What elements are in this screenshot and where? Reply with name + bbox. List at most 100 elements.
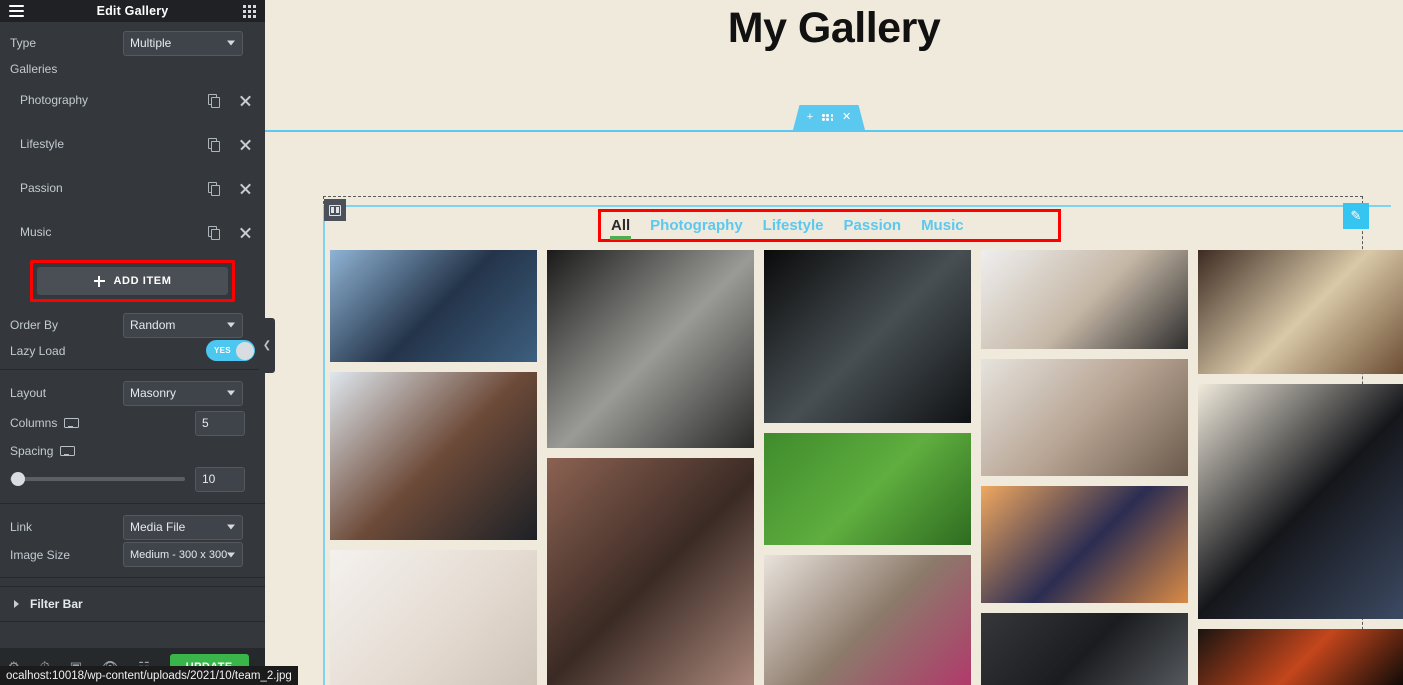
gallery-image[interactable]	[1198, 383, 1403, 619]
filter-bar-label: Filter Bar	[30, 597, 83, 611]
type-row: Type Multiple	[0, 28, 265, 58]
gallery-column	[981, 250, 1188, 685]
remove-icon[interactable]	[239, 94, 252, 107]
image-size-value: Medium - 300 x 300	[130, 548, 228, 561]
gallery-item-label: Passion	[20, 181, 63, 195]
panel-header: Edit Gallery	[0, 0, 265, 22]
columns-row: Columns 5	[0, 408, 265, 438]
lazy-load-toggle[interactable]: YES	[206, 340, 255, 361]
gallery-image[interactable]	[547, 457, 754, 685]
gallery-item-label: Photography	[20, 93, 89, 107]
gallery-item-lifestyle[interactable]: Lifestyle	[0, 122, 265, 166]
add-item-button[interactable]: ADD ITEM	[37, 267, 228, 295]
gallery-item-photography[interactable]: Photography	[0, 78, 265, 122]
desktop-device-icon[interactable]	[64, 417, 80, 429]
image-size-row: Image Size Medium - 300 x 300	[0, 542, 265, 578]
gallery-image[interactable]	[764, 555, 971, 685]
layout-select[interactable]: Masonry	[123, 380, 243, 406]
gallery-image[interactable]	[330, 250, 537, 363]
gallery-image[interactable]	[330, 372, 537, 541]
remove-icon[interactable]	[239, 226, 252, 239]
spacing-slider-row: 10	[0, 464, 265, 494]
link-row: Link Media File	[0, 512, 265, 542]
chevron-down-icon	[227, 390, 235, 396]
grid-apps-icon[interactable]	[243, 4, 256, 18]
order-by-select[interactable]: Random	[123, 312, 243, 338]
gallery-image[interactable]	[981, 613, 1188, 685]
gallery-image[interactable]	[764, 432, 971, 546]
filter-tab-photography[interactable]: Photography	[640, 217, 753, 234]
columns-value: 5	[202, 416, 209, 430]
filter-tab-lifestyle[interactable]: Lifestyle	[753, 217, 834, 234]
panel-title: Edit Gallery	[96, 4, 169, 18]
gallery-column	[764, 250, 971, 685]
panel-collapse-toggle[interactable]: ❮	[259, 318, 275, 373]
columns-input[interactable]: 5	[195, 410, 245, 436]
gallery-column	[1198, 250, 1403, 685]
chevron-down-icon	[227, 40, 235, 46]
browser-status-bar: ocalhost:10018/wp-content/uploads/2021/1…	[0, 666, 298, 685]
filter-tab-music[interactable]: Music	[911, 217, 974, 234]
duplicate-icon[interactable]	[208, 226, 220, 240]
duplicate-icon[interactable]	[208, 94, 220, 108]
duplicate-icon[interactable]	[208, 138, 220, 152]
gallery-column	[547, 250, 754, 685]
layout-value: Masonry	[130, 386, 177, 400]
gallery-grid	[330, 250, 1403, 685]
order-by-row: Order By Random	[0, 310, 265, 340]
layout-label: Layout	[10, 386, 47, 400]
remove-icon[interactable]	[239, 138, 252, 151]
gallery-image[interactable]	[1198, 250, 1403, 374]
duplicate-icon[interactable]	[208, 182, 220, 196]
type-select[interactable]: Multiple	[123, 30, 243, 56]
plus-icon	[93, 275, 105, 287]
add-item-highlight: ADD ITEM	[30, 260, 235, 302]
gallery-image[interactable]	[981, 250, 1188, 349]
desktop-device-icon[interactable]	[60, 445, 76, 457]
section-toolbar: + ✕	[793, 105, 865, 130]
gallery-image[interactable]	[547, 250, 754, 448]
gallery-image[interactable]	[981, 486, 1188, 603]
link-select[interactable]: Media File	[123, 514, 243, 540]
gallery-image[interactable]	[764, 250, 971, 423]
spacing-input[interactable]: 10	[195, 466, 245, 492]
spacing-slider[interactable]	[10, 472, 185, 486]
spacing-label: Spacing	[10, 444, 123, 458]
filter-tab-passion[interactable]: Passion	[834, 217, 912, 234]
drag-dots-icon[interactable]	[822, 114, 833, 121]
chevron-down-icon	[227, 552, 235, 557]
lazy-load-value: YES	[214, 346, 231, 355]
gallery-image[interactable]	[981, 359, 1188, 476]
chevron-down-icon	[227, 524, 235, 530]
gallery-image[interactable]	[330, 550, 537, 685]
gallery-item-label: Lifestyle	[20, 137, 65, 151]
image-size-label: Image Size	[10, 547, 71, 562]
chevron-down-icon	[227, 322, 235, 328]
chevron-right-icon	[14, 600, 19, 608]
add-section-icon[interactable]: +	[807, 112, 813, 123]
columns-label: Columns	[10, 416, 123, 430]
layout-row: Layout Masonry	[0, 378, 265, 408]
page-title: My Gallery	[727, 4, 941, 52]
close-icon[interactable]: ✕	[842, 112, 851, 123]
columns-label-text: Columns	[10, 416, 58, 430]
hamburger-icon[interactable]	[9, 5, 24, 17]
lazy-load-label: Lazy Load	[10, 343, 66, 358]
spacing-row: Spacing	[0, 438, 265, 464]
filter-bar-accordion[interactable]: Filter Bar	[0, 586, 265, 622]
gallery-item-passion[interactable]: Passion	[0, 166, 265, 210]
link-value: Media File	[130, 520, 186, 534]
gallery-item-label: Music	[20, 225, 52, 239]
edit-widget-button[interactable]: ✎	[1343, 203, 1369, 229]
filter-tab-all[interactable]: All	[601, 217, 640, 240]
spacing-label-text: Spacing	[10, 444, 54, 458]
remove-icon[interactable]	[239, 182, 252, 195]
type-value: Multiple	[130, 36, 172, 50]
slider-handle[interactable]	[11, 472, 25, 486]
column-handle-button[interactable]	[324, 199, 346, 221]
gallery-item-music[interactable]: Music	[0, 210, 265, 254]
gallery-image[interactable]	[1198, 628, 1403, 685]
columns-icon	[329, 204, 341, 216]
pencil-edit-icon: ✎	[1350, 208, 1362, 223]
image-size-select[interactable]: Medium - 300 x 300	[123, 542, 243, 567]
